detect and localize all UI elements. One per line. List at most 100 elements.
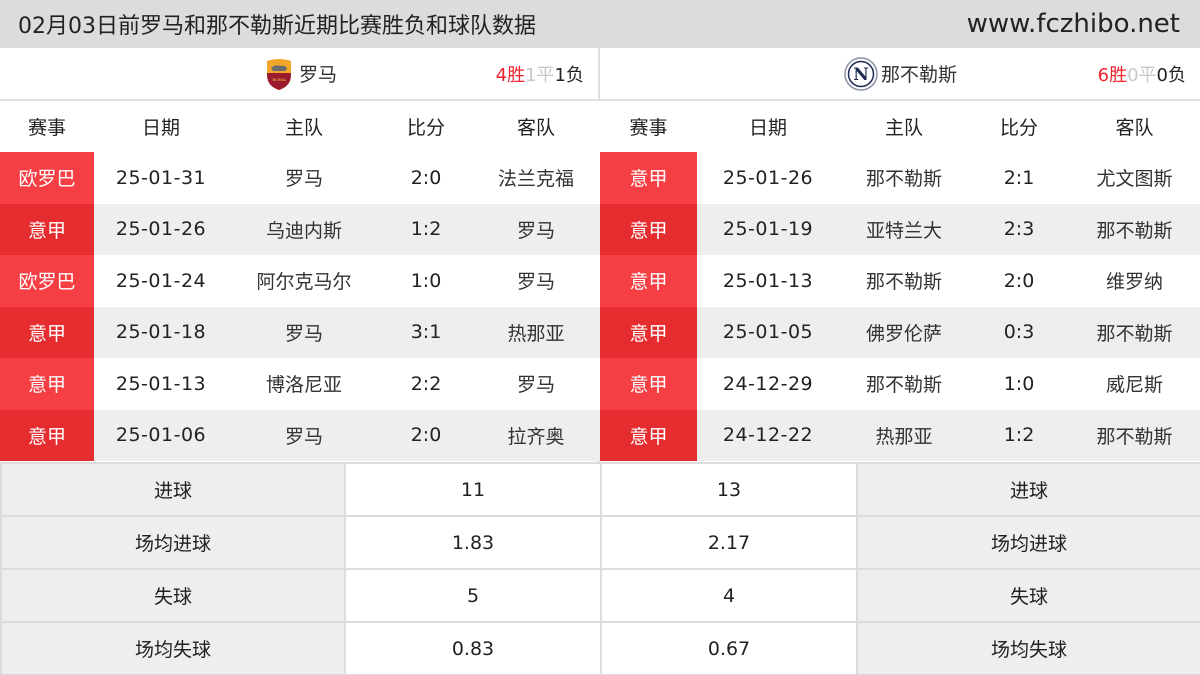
table-row[interactable]: 意甲 24-12-29 那不勒斯 1:0 威尼斯 xyxy=(600,358,1200,410)
competition-cell: 意甲 xyxy=(0,409,94,461)
table-header-row: 赛事 日期 主队 比分 客队 xyxy=(600,101,1200,152)
table-row[interactable]: 意甲 25-01-06 罗马 2:0 拉齐奥 xyxy=(0,409,600,461)
home-team-cell: 那不勒斯 xyxy=(839,255,969,307)
team-header: ROMA 罗马 4胜1平1负 xyxy=(0,48,598,101)
home-team-cell: 罗马 xyxy=(228,306,380,358)
table-row[interactable]: 意甲 25-01-19 亚特兰大 2:3 那不勒斯 xyxy=(600,203,1200,255)
competition-cell: 意甲 xyxy=(0,306,94,358)
recent-matches-table: 赛事 日期 主队 比分 客队 欧罗巴 25-01-31 罗马 2:0 法兰克福 … xyxy=(0,101,600,461)
date-cell: 25-01-26 xyxy=(697,152,839,204)
column-header-away: 客队 xyxy=(472,101,600,152)
table-row[interactable]: 意甲 25-01-18 罗马 3:1 热那亚 xyxy=(0,306,600,358)
date-cell: 25-01-13 xyxy=(94,358,228,410)
score-cell: 1:2 xyxy=(969,409,1069,461)
home-team-cell: 佛罗伦萨 xyxy=(839,306,969,358)
home-team-cell: 罗马 xyxy=(228,152,380,204)
date-cell: 25-01-24 xyxy=(94,255,228,307)
score-cell: 2:0 xyxy=(969,255,1069,307)
column-header-home: 主队 xyxy=(228,101,380,152)
team-record: 4胜1平1负 xyxy=(496,61,584,87)
stat-value: 5 xyxy=(344,568,602,623)
table-row[interactable]: 欧罗巴 25-01-24 阿尔克马尔 1:0 罗马 xyxy=(0,255,600,307)
stat-value: 0.67 xyxy=(600,621,858,675)
score-cell: 3:1 xyxy=(380,306,472,358)
draws-count: 0平 xyxy=(1127,64,1157,86)
site-url[interactable]: www.fczhibo.net xyxy=(967,9,1180,39)
stat-value: 4 xyxy=(600,568,858,623)
competition-cell: 欧罗巴 xyxy=(0,152,94,204)
home-team-cell: 亚特兰大 xyxy=(839,203,969,255)
stat-label: 进球 xyxy=(856,462,1200,517)
column-header-competition: 赛事 xyxy=(0,101,94,152)
stats-table: 进球 11 场均进球 1.83 失球 5 场均失球 0.83 xyxy=(0,462,602,675)
date-cell: 25-01-05 xyxy=(697,306,839,358)
stat-row: 场均进球 1.83 xyxy=(0,515,602,570)
column-header-score: 比分 xyxy=(969,101,1069,152)
team-panel-roma: ROMA 罗马 4胜1平1负 赛事 日期 主队 比分 客队 欧罗巴 25-01-… xyxy=(0,48,600,462)
away-team-cell: 那不勒斯 xyxy=(1069,409,1200,461)
date-cell: 25-01-13 xyxy=(697,255,839,307)
table-header-row: 赛事 日期 主队 比分 客队 xyxy=(0,101,600,152)
away-team-cell: 那不勒斯 xyxy=(1069,203,1200,255)
table-row[interactable]: 意甲 25-01-13 博洛尼亚 2:2 罗马 xyxy=(0,358,600,410)
stat-label: 场均失球 xyxy=(856,621,1200,675)
table-row[interactable]: 欧罗巴 25-01-31 罗马 2:0 法兰克福 xyxy=(0,152,600,204)
recent-matches-table: 赛事 日期 主队 比分 客队 意甲 25-01-26 那不勒斯 2:1 尤文图斯… xyxy=(600,101,1200,461)
column-header-competition: 赛事 xyxy=(600,101,697,152)
stat-label: 进球 xyxy=(0,462,346,517)
score-cell: 2:0 xyxy=(380,152,472,204)
stat-row: 0.67 场均失球 xyxy=(600,621,1200,675)
score-cell: 0:3 xyxy=(969,306,1069,358)
table-row[interactable]: 意甲 25-01-13 那不勒斯 2:0 维罗纳 xyxy=(600,255,1200,307)
stat-row: 进球 11 xyxy=(0,462,602,517)
stat-label: 场均失球 xyxy=(0,621,346,675)
ssc-napoli-crest-icon: N xyxy=(844,56,878,91)
wins-count: 4胜 xyxy=(495,64,526,86)
competition-cell: 意甲 xyxy=(600,358,697,410)
stat-label: 场均进球 xyxy=(0,515,346,570)
table-row[interactable]: 意甲 25-01-05 佛罗伦萨 0:3 那不勒斯 xyxy=(600,306,1200,358)
away-team-cell: 尤文图斯 xyxy=(1069,152,1200,204)
team-title: ROMA 罗马 xyxy=(261,56,337,92)
score-cell: 2:0 xyxy=(380,409,472,461)
score-cell: 2:2 xyxy=(380,358,472,410)
competition-cell: 意甲 xyxy=(600,409,697,461)
stat-row: 4 失球 xyxy=(600,568,1200,623)
page-title: 02月03日前罗马和那不勒斯近期比赛胜负和球队数据 xyxy=(18,14,536,39)
stat-label: 失球 xyxy=(856,568,1200,623)
table-row[interactable]: 意甲 24-12-22 热那亚 1:2 那不勒斯 xyxy=(600,409,1200,461)
column-header-home: 主队 xyxy=(839,101,969,152)
table-row[interactable]: 意甲 25-01-26 那不勒斯 2:1 尤文图斯 xyxy=(600,152,1200,204)
losses-count: 1负 xyxy=(554,64,584,86)
stat-value: 0.83 xyxy=(344,621,602,675)
stat-row: 场均失球 0.83 xyxy=(0,621,602,675)
stat-value: 1.83 xyxy=(344,515,602,570)
column-header-away: 客队 xyxy=(1069,101,1200,152)
svg-text:N: N xyxy=(853,65,869,85)
svg-text:ROMA: ROMA xyxy=(272,77,285,82)
away-team-cell: 维罗纳 xyxy=(1069,255,1200,307)
team-panel-napoli: N 那不勒斯 6胜0平0负 赛事 日期 主队 比分 客队 意甲 25-01-26… xyxy=(600,48,1200,462)
away-team-cell: 法兰克福 xyxy=(472,152,600,204)
away-team-cell: 罗马 xyxy=(472,203,600,255)
away-team-cell: 罗马 xyxy=(472,255,600,307)
team-title: N 那不勒斯 xyxy=(843,56,957,92)
team-header: N 那不勒斯 6胜0平0负 xyxy=(600,48,1200,101)
stat-label: 失球 xyxy=(0,568,346,623)
date-cell: 24-12-29 xyxy=(697,358,839,410)
home-team-cell: 热那亚 xyxy=(839,409,969,461)
column-header-date: 日期 xyxy=(94,101,228,152)
home-team-cell: 罗马 xyxy=(228,409,380,461)
home-team-cell: 那不勒斯 xyxy=(839,152,969,204)
away-team-cell: 那不勒斯 xyxy=(1069,306,1200,358)
competition-cell: 意甲 xyxy=(600,203,697,255)
away-team-cell: 威尼斯 xyxy=(1069,358,1200,410)
competition-cell: 意甲 xyxy=(600,255,697,307)
stat-row: 失球 5 xyxy=(0,568,602,623)
stat-row: 2.17 场均进球 xyxy=(600,515,1200,570)
away-team-cell: 热那亚 xyxy=(472,306,600,358)
team-name: 罗马 xyxy=(298,64,337,86)
home-team-cell: 阿尔克马尔 xyxy=(228,255,380,307)
competition-cell: 欧罗巴 xyxy=(0,255,94,307)
table-row[interactable]: 意甲 25-01-26 乌迪内斯 1:2 罗马 xyxy=(0,203,600,255)
